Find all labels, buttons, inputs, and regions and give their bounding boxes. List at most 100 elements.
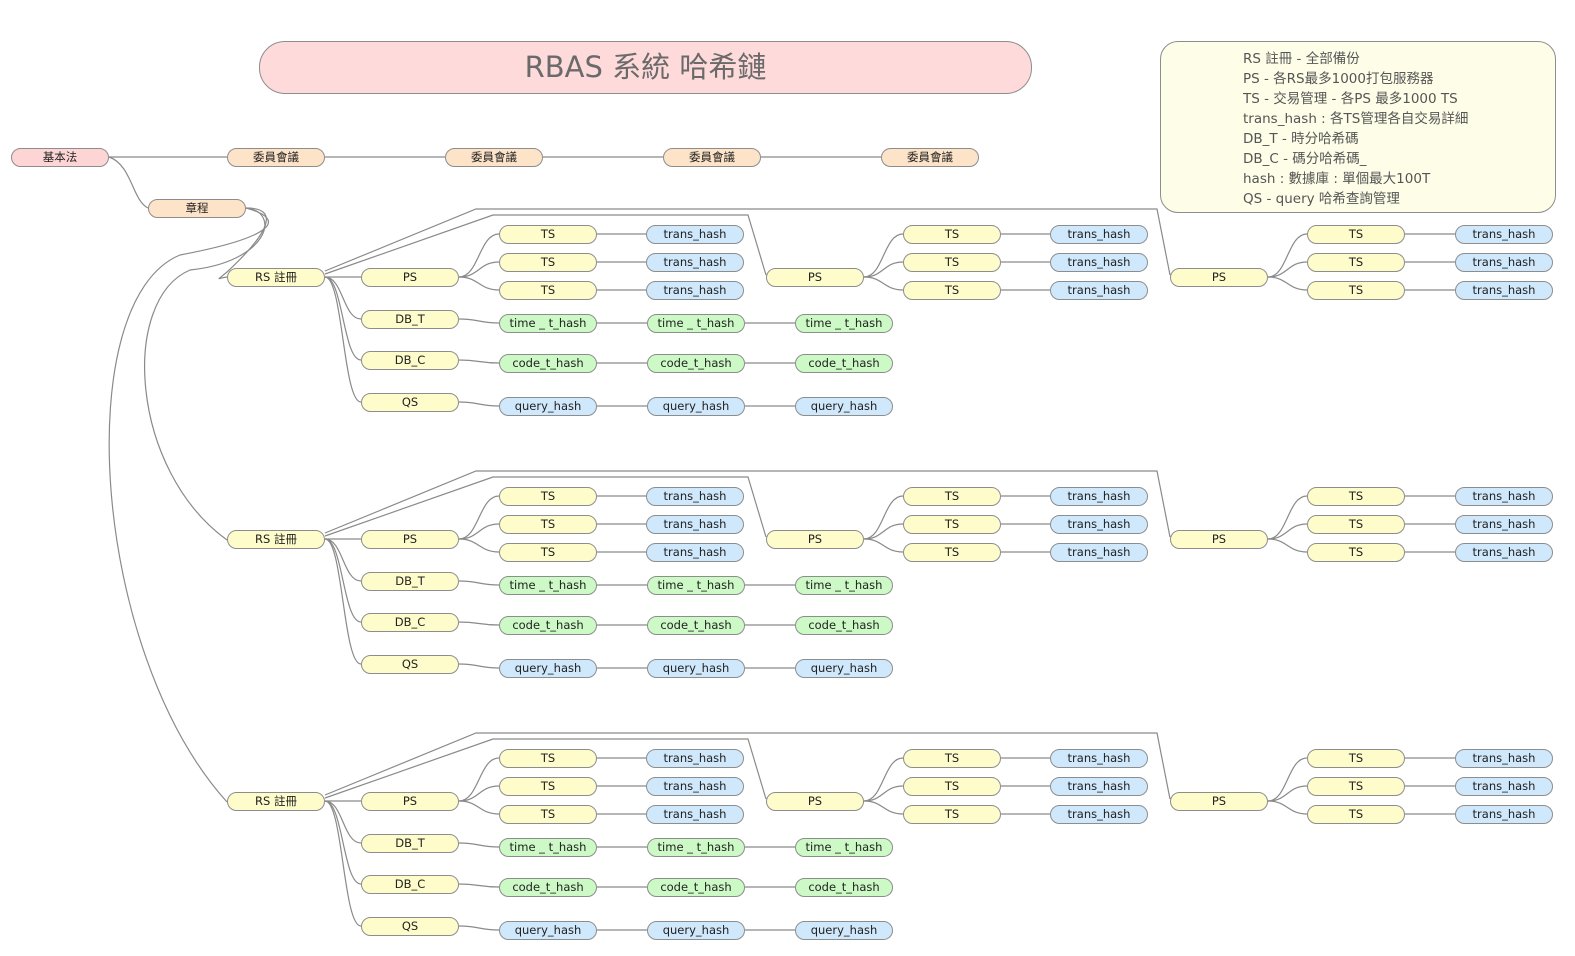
time-hash-node[interactable]: time _ t_hash (499, 837, 597, 857)
query-hash-node[interactable]: query_hash (499, 396, 597, 416)
ps-node[interactable]: PS (1170, 267, 1268, 287)
ts-node[interactable]: TS (499, 252, 597, 272)
ts-node[interactable]: TS (499, 280, 597, 300)
ts-node[interactable]: TS (903, 224, 1001, 244)
time-hash-node[interactable]: time _ t_hash (647, 313, 745, 333)
committee-node[interactable]: 委員會議 (881, 147, 979, 167)
qs-node[interactable]: QS (361, 654, 459, 674)
trans-hash-node[interactable]: trans_hash (1050, 252, 1148, 272)
code-hash-node[interactable]: code_t_hash (795, 353, 893, 373)
ts-node[interactable]: TS (1307, 224, 1405, 244)
rs-register-node[interactable]: RS 註冊 (227, 529, 325, 549)
code-hash-node[interactable]: code_t_hash (499, 353, 597, 373)
ts-node[interactable]: TS (903, 804, 1001, 824)
charter-node[interactable]: 章程 (148, 198, 246, 218)
ps-node[interactable]: PS (361, 267, 459, 287)
trans-hash-node[interactable]: trans_hash (1050, 486, 1148, 506)
code-hash-node[interactable]: code_t_hash (647, 615, 745, 635)
query-hash-node[interactable]: query_hash (795, 396, 893, 416)
ts-node[interactable]: TS (499, 804, 597, 824)
ts-node[interactable]: TS (903, 514, 1001, 534)
ts-node[interactable]: TS (903, 748, 1001, 768)
time-hash-node[interactable]: time _ t_hash (795, 837, 893, 857)
ts-node[interactable]: TS (499, 776, 597, 796)
query-hash-node[interactable]: query_hash (647, 658, 745, 678)
ts-node[interactable]: TS (499, 486, 597, 506)
committee-node[interactable]: 委員會議 (445, 147, 543, 167)
code-hash-node[interactable]: code_t_hash (795, 877, 893, 897)
db-c-node[interactable]: DB_C (361, 874, 459, 894)
query-hash-node[interactable]: query_hash (795, 658, 893, 678)
ts-node[interactable]: TS (1307, 776, 1405, 796)
trans-hash-node[interactable]: trans_hash (1455, 748, 1553, 768)
trans-hash-node[interactable]: trans_hash (646, 776, 744, 796)
qs-node[interactable]: QS (361, 916, 459, 936)
ts-node[interactable]: TS (499, 542, 597, 562)
db-t-node[interactable]: DB_T (361, 309, 459, 329)
ps-node[interactable]: PS (361, 529, 459, 549)
code-hash-node[interactable]: code_t_hash (647, 877, 745, 897)
code-hash-node[interactable]: code_t_hash (647, 353, 745, 373)
trans-hash-node[interactable]: trans_hash (1050, 224, 1148, 244)
trans-hash-node[interactable]: trans_hash (646, 542, 744, 562)
query-hash-node[interactable]: query_hash (647, 920, 745, 940)
trans-hash-node[interactable]: trans_hash (1455, 542, 1553, 562)
query-hash-node[interactable]: query_hash (499, 920, 597, 940)
trans-hash-node[interactable]: trans_hash (1455, 224, 1553, 244)
ts-node[interactable]: TS (903, 486, 1001, 506)
trans-hash-node[interactable]: trans_hash (646, 224, 744, 244)
query-hash-node[interactable]: query_hash (795, 920, 893, 940)
trans-hash-node[interactable]: trans_hash (1455, 252, 1553, 272)
trans-hash-node[interactable]: trans_hash (1455, 486, 1553, 506)
ts-node[interactable]: TS (499, 224, 597, 244)
db-t-node[interactable]: DB_T (361, 833, 459, 853)
trans-hash-node[interactable]: trans_hash (1050, 748, 1148, 768)
qs-node[interactable]: QS (361, 392, 459, 412)
time-hash-node[interactable]: time _ t_hash (795, 575, 893, 595)
trans-hash-node[interactable]: trans_hash (646, 486, 744, 506)
ts-node[interactable]: TS (499, 514, 597, 534)
time-hash-node[interactable]: time _ t_hash (499, 575, 597, 595)
ts-node[interactable]: TS (1307, 486, 1405, 506)
trans-hash-node[interactable]: trans_hash (1455, 514, 1553, 534)
trans-hash-node[interactable]: trans_hash (646, 748, 744, 768)
query-hash-node[interactable]: query_hash (499, 658, 597, 678)
trans-hash-node[interactable]: trans_hash (1050, 280, 1148, 300)
query-hash-node[interactable]: query_hash (647, 396, 745, 416)
rs-register-node[interactable]: RS 註冊 (227, 267, 325, 287)
trans-hash-node[interactable]: trans_hash (1455, 280, 1553, 300)
ts-node[interactable]: TS (903, 280, 1001, 300)
ts-node[interactable]: TS (1307, 804, 1405, 824)
code-hash-node[interactable]: code_t_hash (795, 615, 893, 635)
db-c-node[interactable]: DB_C (361, 612, 459, 632)
trans-hash-node[interactable]: trans_hash (1050, 804, 1148, 824)
ps-node[interactable]: PS (1170, 791, 1268, 811)
ts-node[interactable]: TS (1307, 252, 1405, 272)
trans-hash-node[interactable]: trans_hash (1455, 804, 1553, 824)
ts-node[interactable]: TS (903, 776, 1001, 796)
db-c-node[interactable]: DB_C (361, 350, 459, 370)
ts-node[interactable]: TS (499, 748, 597, 768)
committee-node[interactable]: 委員會議 (227, 147, 325, 167)
time-hash-node[interactable]: time _ t_hash (647, 575, 745, 595)
ps-node[interactable]: PS (1170, 529, 1268, 549)
code-hash-node[interactable]: code_t_hash (499, 615, 597, 635)
trans-hash-node[interactable]: trans_hash (1050, 514, 1148, 534)
time-hash-node[interactable]: time _ t_hash (795, 313, 893, 333)
ts-node[interactable]: TS (1307, 514, 1405, 534)
trans-hash-node[interactable]: trans_hash (1050, 542, 1148, 562)
ts-node[interactable]: TS (1307, 748, 1405, 768)
ps-node[interactable]: PS (766, 529, 864, 549)
ts-node[interactable]: TS (1307, 280, 1405, 300)
ps-node[interactable]: PS (766, 791, 864, 811)
trans-hash-node[interactable]: trans_hash (646, 804, 744, 824)
db-t-node[interactable]: DB_T (361, 571, 459, 591)
time-hash-node[interactable]: time _ t_hash (647, 837, 745, 857)
trans-hash-node[interactable]: trans_hash (646, 514, 744, 534)
trans-hash-node[interactable]: trans_hash (646, 252, 744, 272)
committee-node[interactable]: 委員會議 (663, 147, 761, 167)
trans-hash-node[interactable]: trans_hash (1455, 776, 1553, 796)
trans-hash-node[interactable]: trans_hash (1050, 776, 1148, 796)
rs-register-node[interactable]: RS 註冊 (227, 791, 325, 811)
ts-node[interactable]: TS (903, 542, 1001, 562)
